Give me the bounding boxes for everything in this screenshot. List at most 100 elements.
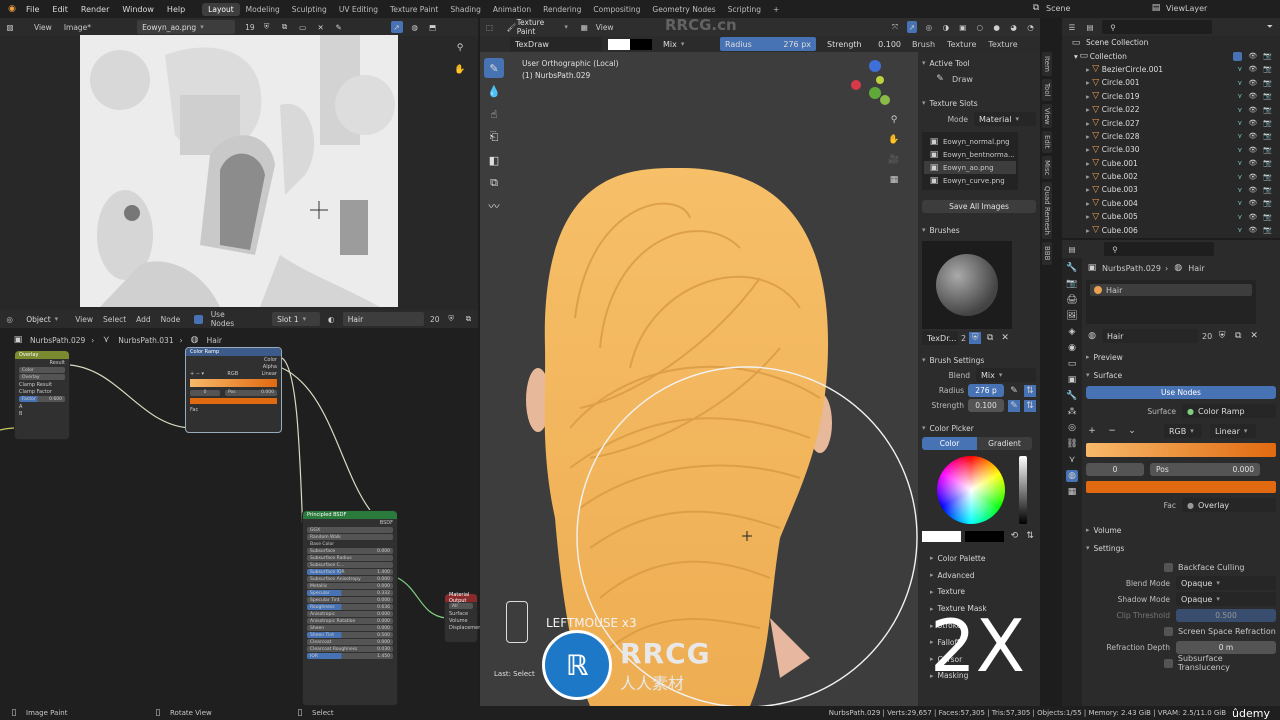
refraction-depth-field[interactable]: 0 m <box>1176 640 1276 654</box>
texture-tab-icon[interactable]: ▦ <box>1066 486 1078 498</box>
ramp-gradient[interactable] <box>190 379 277 387</box>
scene-tab-icon[interactable]: ◈ <box>1066 326 1078 338</box>
outliner-item[interactable]: ▸ ▽ Circle.028 ⋎ 👁 📷 <box>1062 130 1280 143</box>
modifier-icon[interactable]: ⋎ <box>1237 146 1242 154</box>
strength-pressure-icon[interactable]: ✎ <box>1008 399 1020 412</box>
ramp-color-swatch[interactable] <box>190 398 277 404</box>
workspace-tab[interactable]: Layout <box>202 2 240 16</box>
preview-panel[interactable]: Preview <box>1086 350 1276 364</box>
brush-blend-dropdown[interactable]: Mix <box>976 368 1036 382</box>
camera-icon[interactable]: 📷 <box>1263 213 1272 221</box>
display-mode-icon[interactable]: ▤ <box>1084 21 1096 33</box>
duplicate-icon[interactable]: ⧉ <box>279 21 291 33</box>
world-tab-icon[interactable]: ◉ <box>1066 342 1078 354</box>
camera-icon[interactable]: 🎥 <box>888 154 900 166</box>
material-output-node[interactable]: Material Output All Surface Volume Displ… <box>444 592 483 643</box>
bsdf-input-row[interactable]: Sheen 0.000 <box>307 625 393 631</box>
sidebar-tab[interactable]: Edit <box>1042 131 1052 153</box>
eye-icon[interactable]: 👁 <box>1248 159 1257 167</box>
active-tool-panel[interactable]: Active Tool <box>922 56 1036 70</box>
unlink-icon[interactable]: ✕ <box>1248 330 1260 342</box>
modifier-icon[interactable]: ⋎ <box>1237 159 1242 167</box>
outliner-search[interactable]: ⚲ <box>1102 20 1212 34</box>
texture-slot-item[interactable]: ▣ Eowyn_bentnorma... <box>924 148 1016 161</box>
principled-bsdf-node[interactable]: Principled BSDF BSDF GGX Random Walk Bas… <box>302 510 398 706</box>
eye-icon[interactable]: 👁 <box>1248 92 1257 100</box>
outliner-item[interactable]: ▸ ▽ Circle.001 ⋎ 👁 📷 <box>1062 76 1280 89</box>
modifier-icon[interactable]: ⋎ <box>1237 65 1242 73</box>
data-tab-icon[interactable]: ⋎ <box>1066 454 1078 466</box>
bsdf-input-row[interactable]: Anisotropic 0.000 <box>307 611 393 617</box>
surface-shader-field[interactable]: ● Color Ramp <box>1182 404 1276 418</box>
modifier-icon[interactable]: ⋎ <box>1237 92 1242 100</box>
modifier-icon[interactable]: ⋎ <box>1237 106 1242 114</box>
brush-settings-panel[interactable]: Brush Settings <box>922 353 1036 367</box>
modifier-icon[interactable]: ⋎ <box>1237 79 1242 87</box>
paint-color-swatch[interactable] <box>922 530 962 542</box>
collection-tab-icon[interactable]: ▭ <box>1066 358 1078 370</box>
workspace-tab[interactable]: Shading <box>444 3 486 16</box>
ao-texture-image[interactable] <box>80 35 398 307</box>
view-layer-selector[interactable]: ▤ ViewLayer <box>1150 2 1208 14</box>
camera-icon[interactable]: 📷 <box>1263 159 1272 167</box>
scene-collection-row[interactable]: ▭ Scene Collection <box>1062 36 1280 49</box>
remove-stop-icon[interactable]: − <box>1106 425 1118 437</box>
material-tab-icon[interactable]: ◍ <box>1066 470 1078 482</box>
ramp-menu-icon[interactable]: ⌄ <box>1126 425 1138 437</box>
outliner-item[interactable]: ▸ ▽ Cube.002 ⋎ 👁 📷 <box>1062 170 1280 183</box>
gamma-icon[interactable]: ⇅ <box>1024 530 1036 542</box>
pan-hand-icon[interactable]: ✋ <box>888 134 900 146</box>
sidebar-tab[interactable]: Tool <box>1042 78 1052 101</box>
bsdf-input-row[interactable]: Subsurface C... <box>307 562 393 568</box>
eye-icon[interactable]: 👁 <box>1248 226 1257 234</box>
fake-user-icon[interactable]: ⛨ <box>1216 330 1228 342</box>
strength-unit-icon[interactable]: ⇅ <box>1024 399 1036 412</box>
physics-tab-icon[interactable]: ◎ <box>1066 422 1078 434</box>
grid-icon[interactable]: ▦ <box>888 174 900 186</box>
modifier-icon[interactable]: ⋎ <box>1237 186 1242 194</box>
particles-tab-icon[interactable]: ⁂ <box>1066 406 1078 418</box>
texture-slot-item[interactable]: ▣ Eowyn_curve.png <box>924 174 1016 187</box>
workspace-tab[interactable]: Texture Paint <box>384 3 444 16</box>
sidebar-tab[interactable]: BBB <box>1042 242 1052 265</box>
camera-icon[interactable]: 📷 <box>1263 119 1272 127</box>
menu-edit[interactable]: Edit <box>52 5 68 14</box>
shadow-mode-dropdown[interactable]: Opaque <box>1176 592 1276 606</box>
render-tab-icon[interactable]: 📷 <box>1066 278 1078 290</box>
outliner-item[interactable]: ▸ ▽ Circle.019 ⋎ 👁 📷 <box>1062 90 1280 103</box>
clip-threshold-field[interactable]: 0.500 <box>1176 608 1276 622</box>
cursor-mode-icon[interactable]: ↗ <box>390 21 403 33</box>
material-slot-list[interactable]: Hair <box>1086 280 1256 324</box>
modifier-icon[interactable]: ⋎ <box>1237 173 1242 181</box>
eye-icon[interactable]: 👁 <box>1248 65 1257 73</box>
outliner-item[interactable]: ▸ ▽ Cube.003 ⋎ 👁 📷 <box>1062 183 1280 196</box>
bsdf-input-row[interactable]: Specular 0.332 <box>307 590 393 596</box>
use-nodes-button[interactable]: Use Nodes <box>1086 386 1276 399</box>
workspace-tab[interactable]: Geometry Nodes <box>646 3 721 16</box>
brushes-panel[interactable]: Brushes <box>922 223 1036 237</box>
sss-translucency-checkbox[interactable] <box>1164 658 1173 668</box>
copy-brush-icon[interactable]: ⧉ <box>984 332 996 344</box>
pan-hand-icon[interactable]: ✋ <box>454 64 466 76</box>
bsdf-input-row[interactable]: Clearcoat Roughness 0.030 <box>307 646 393 652</box>
eye-icon[interactable]: 👁 <box>1248 146 1257 154</box>
settings-panel[interactable]: Settings <box>1086 541 1276 555</box>
object-tab-icon[interactable]: ▣ <box>1066 374 1078 386</box>
copy-icon[interactable]: ⧉ <box>1232 330 1244 342</box>
save-all-images-button[interactable]: Save All Images <box>922 200 1036 213</box>
workspace-tab[interactable]: Rendering <box>537 3 587 16</box>
image-menu[interactable]: Image* <box>64 23 91 32</box>
texture-slot-item[interactable]: ▣ Eowyn_ao.png <box>924 161 1016 174</box>
filter-icon[interactable]: ⏷ <box>1264 21 1276 33</box>
camera-icon[interactable]: 📷 <box>1263 92 1272 100</box>
bsdf-input-row[interactable]: Metallic 0.000 <box>307 583 393 589</box>
menu-help[interactable]: Help <box>167 5 185 14</box>
workspace-tab[interactable]: Modeling <box>240 3 286 16</box>
sidebar-tab[interactable]: Quad Remesh <box>1042 182 1052 240</box>
modifier-icon[interactable]: ⋎ <box>1237 199 1242 207</box>
camera-icon[interactable]: 📷 <box>1263 186 1272 194</box>
menu-file[interactable]: File <box>26 5 39 14</box>
tool-tab-icon[interactable]: 🔧 <box>1066 262 1078 274</box>
outliner-item[interactable]: ▸ ▽ Circle.027 ⋎ 👁 📷 <box>1062 116 1280 129</box>
modifier-icon[interactable]: ⋎ <box>1237 226 1242 234</box>
